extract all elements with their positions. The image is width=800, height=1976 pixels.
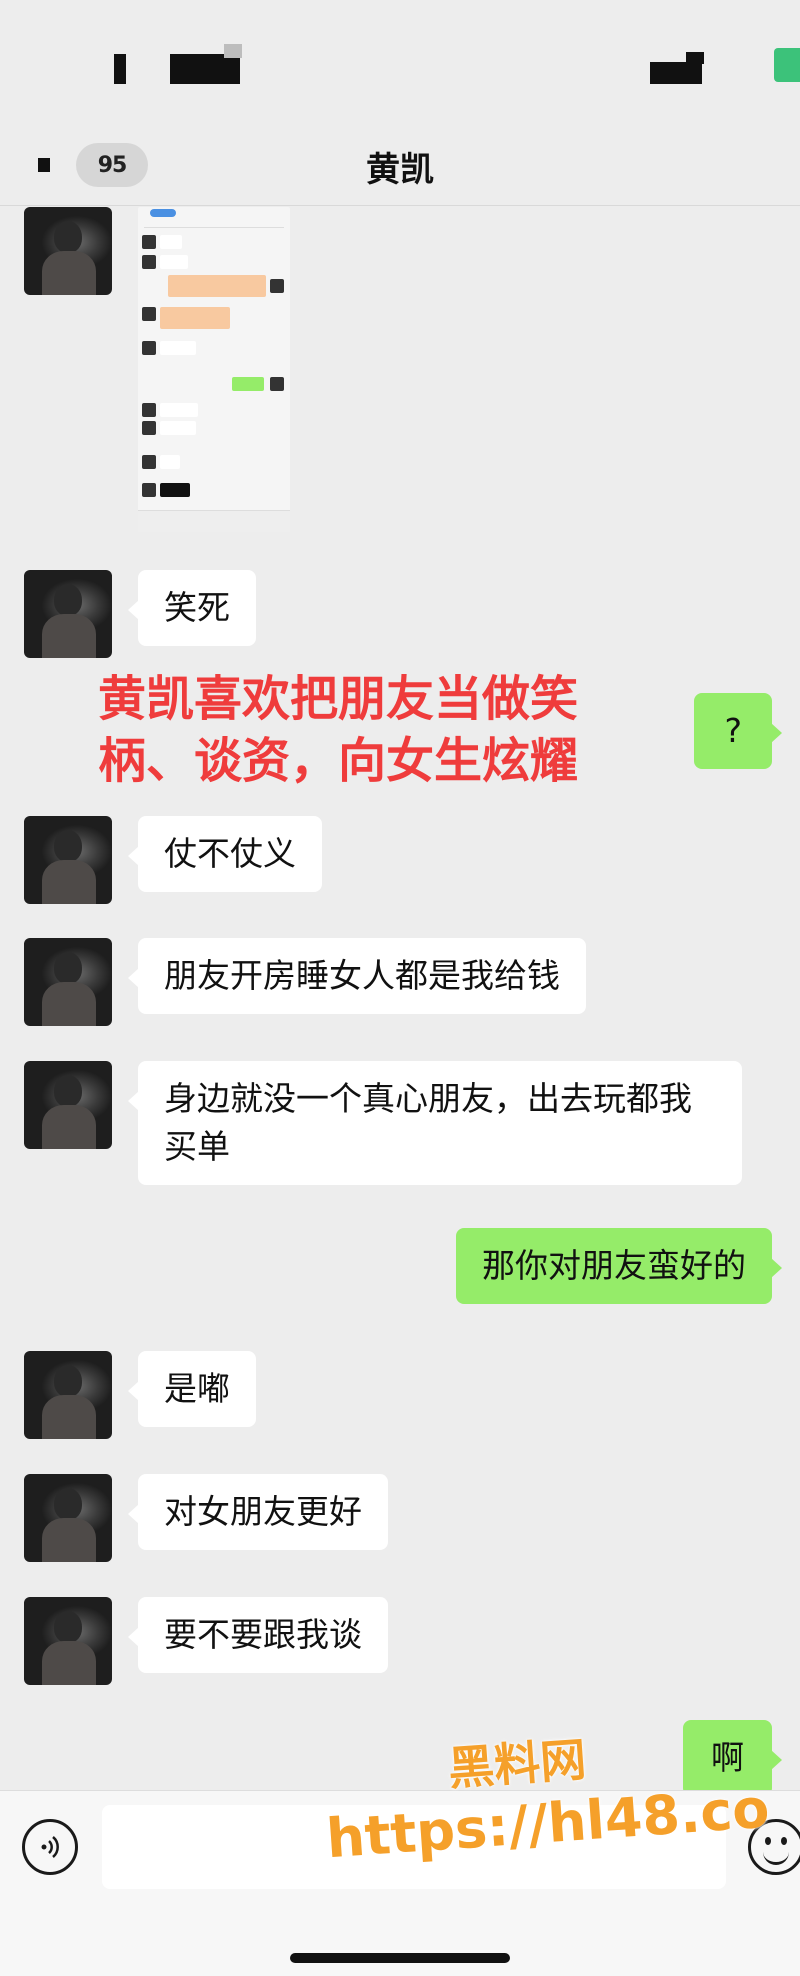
shot-avatar [142, 235, 156, 249]
status-time-redacted [224, 44, 242, 58]
chat-title: 黄凯 [366, 150, 434, 190]
overlay-caption: 黄凯喜欢把朋友当做笑 柄、谈资，向女生炫耀 [98, 668, 658, 792]
shot-bubble [232, 377, 264, 391]
shot-time-pill [150, 209, 176, 217]
contact-avatar[interactable] [24, 1597, 112, 1685]
shot-avatar [142, 341, 156, 355]
message-bubble-outgoing[interactable]: 那你对朋友蛮好的 [456, 1228, 782, 1304]
contact-avatar[interactable] [24, 816, 112, 904]
shot-bubble [160, 455, 180, 469]
message-bubble-incoming[interactable]: 朋友开房睡女人都是我给钱 [128, 938, 586, 1014]
caption-line: 黄凯喜欢把朋友当做笑 [98, 671, 579, 727]
shot-bubble [160, 255, 188, 269]
message-bubble-incoming[interactable]: 要不要跟我谈 [128, 1597, 388, 1673]
shot-avatar [270, 279, 284, 293]
contact-avatar[interactable] [24, 938, 112, 1026]
message-bubble-incoming[interactable]: 身边就没一个真心朋友，出去玩都我买单 [128, 1061, 742, 1185]
shot-bubble [160, 307, 230, 329]
shot-bubble [160, 421, 196, 435]
shot-bubble [160, 483, 190, 497]
chat-header: 95 黄凯 [0, 130, 800, 206]
home-indicator [290, 1953, 510, 1963]
contact-avatar[interactable] [24, 1351, 112, 1439]
battery-icon [774, 48, 800, 82]
message-bubble-incoming[interactable]: 笑死 [128, 570, 256, 646]
status-time-redacted [114, 54, 126, 84]
shot-input-bar [138, 510, 290, 532]
shot-header-divider [144, 227, 284, 228]
shared-screenshot-image[interactable] [138, 207, 290, 532]
signal-icon [650, 62, 702, 84]
message-bubble-outgoing[interactable]: ? [694, 693, 782, 769]
contact-avatar[interactable] [24, 207, 112, 295]
caption-line: 柄、谈资，向女生炫耀 [98, 733, 579, 789]
shot-avatar [142, 307, 156, 321]
shot-avatar [142, 455, 156, 469]
shot-avatar [142, 421, 156, 435]
shot-bubble [160, 235, 182, 249]
shot-avatar [142, 403, 156, 417]
shot-bubble [160, 341, 196, 355]
voice-wave-icon [41, 1836, 59, 1858]
voice-icon[interactable] [22, 1819, 78, 1875]
chat-messages[interactable]: 笑死 ? 仗不仗义 朋友开房睡女人都是我给钱 身边就没一个真心朋友，出去玩都我买… [0, 207, 800, 1790]
status-bar [0, 0, 800, 130]
shot-avatar [270, 377, 284, 391]
contact-avatar[interactable] [24, 1061, 112, 1149]
message-bubble-incoming[interactable]: 是嘟 [128, 1351, 256, 1427]
watermark-line: 黑料网 [446, 1732, 588, 1796]
shot-avatar [142, 483, 156, 497]
signal-icon [686, 52, 704, 64]
contact-avatar[interactable] [24, 570, 112, 658]
message-bubble-incoming[interactable]: 仗不仗义 [128, 816, 322, 892]
shot-bubble [168, 275, 266, 297]
shot-bubble [160, 403, 198, 417]
status-time-redacted [170, 54, 240, 84]
shot-avatar [142, 255, 156, 269]
contact-avatar[interactable] [24, 1474, 112, 1562]
message-bubble-incoming[interactable]: 对女朋友更好 [128, 1474, 388, 1550]
